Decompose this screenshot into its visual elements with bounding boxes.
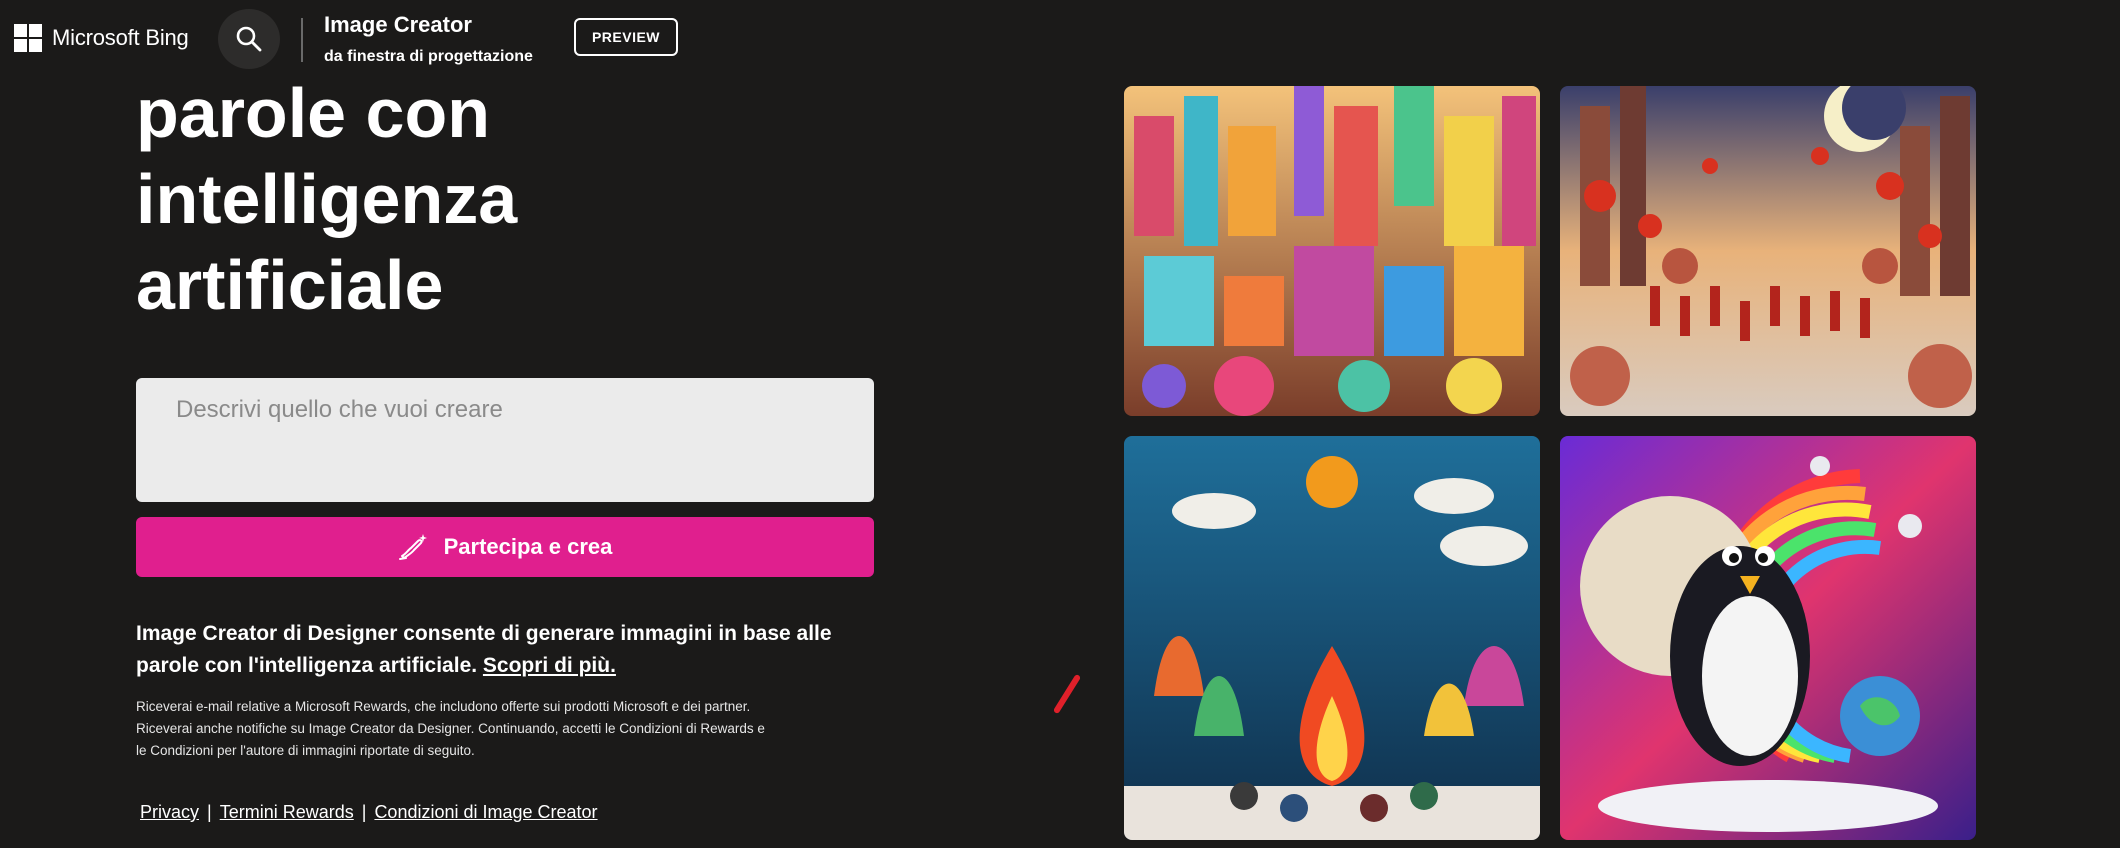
create-button-label: Partecipa e crea: [443, 534, 613, 559]
link-separator: |: [207, 802, 212, 822]
image-creator-terms-link[interactable]: Condizioni di Image Creator: [374, 802, 597, 823]
learn-more-link[interactable]: Scopri di più.: [483, 654, 616, 677]
gallery-image-penguin[interactable]: [1560, 436, 1976, 840]
brand-name: Microsoft Bing: [52, 25, 189, 50]
header-divider: [301, 18, 303, 62]
gallery-image-campfire[interactable]: [1124, 436, 1540, 840]
gallery-image-lantern-street[interactable]: [1560, 86, 1976, 416]
legal-notice: Riceverai e-mail relative a Microsoft Re…: [136, 699, 765, 758]
magic-brush-icon: [398, 534, 427, 560]
join-and-create-button[interactable]: Partecipa e crea: [136, 517, 874, 577]
rewards-terms-link[interactable]: Termini Rewards: [220, 802, 354, 823]
preview-badge: PREVIEW: [574, 18, 678, 56]
app-title-block: Image Creator da finestra di progettazio…: [324, 12, 533, 66]
red-annotation-mark: [1052, 673, 1082, 715]
gallery-image-toy-city[interactable]: [1124, 86, 1540, 416]
microsoft-logo-icon: [14, 24, 42, 52]
footer-links: Privacy | Termini Rewards | Condizioni d…: [140, 802, 598, 823]
hero-line: parole con: [136, 74, 490, 152]
top-bar: Microsoft Bing Image Creator da finestra…: [0, 0, 2120, 78]
search-icon: [236, 26, 262, 52]
prompt-input[interactable]: [176, 396, 834, 424]
prompt-box[interactable]: [136, 378, 874, 502]
privacy-link[interactable]: Privacy: [140, 802, 199, 823]
hero-heading: parole con intelligenza artificiale: [136, 70, 896, 328]
app-title: Image Creator: [324, 12, 472, 37]
app-subtitle: da finestra di progettazione: [324, 48, 533, 65]
hero-line: artificiale: [136, 246, 444, 324]
bing-brand[interactable]: Microsoft Bing: [14, 24, 189, 52]
description: Image Creator di Designer consente di ge…: [136, 618, 896, 682]
search-button[interactable]: [218, 9, 280, 69]
link-separator: |: [361, 802, 367, 822]
hero-line: intelligenza: [136, 160, 518, 238]
